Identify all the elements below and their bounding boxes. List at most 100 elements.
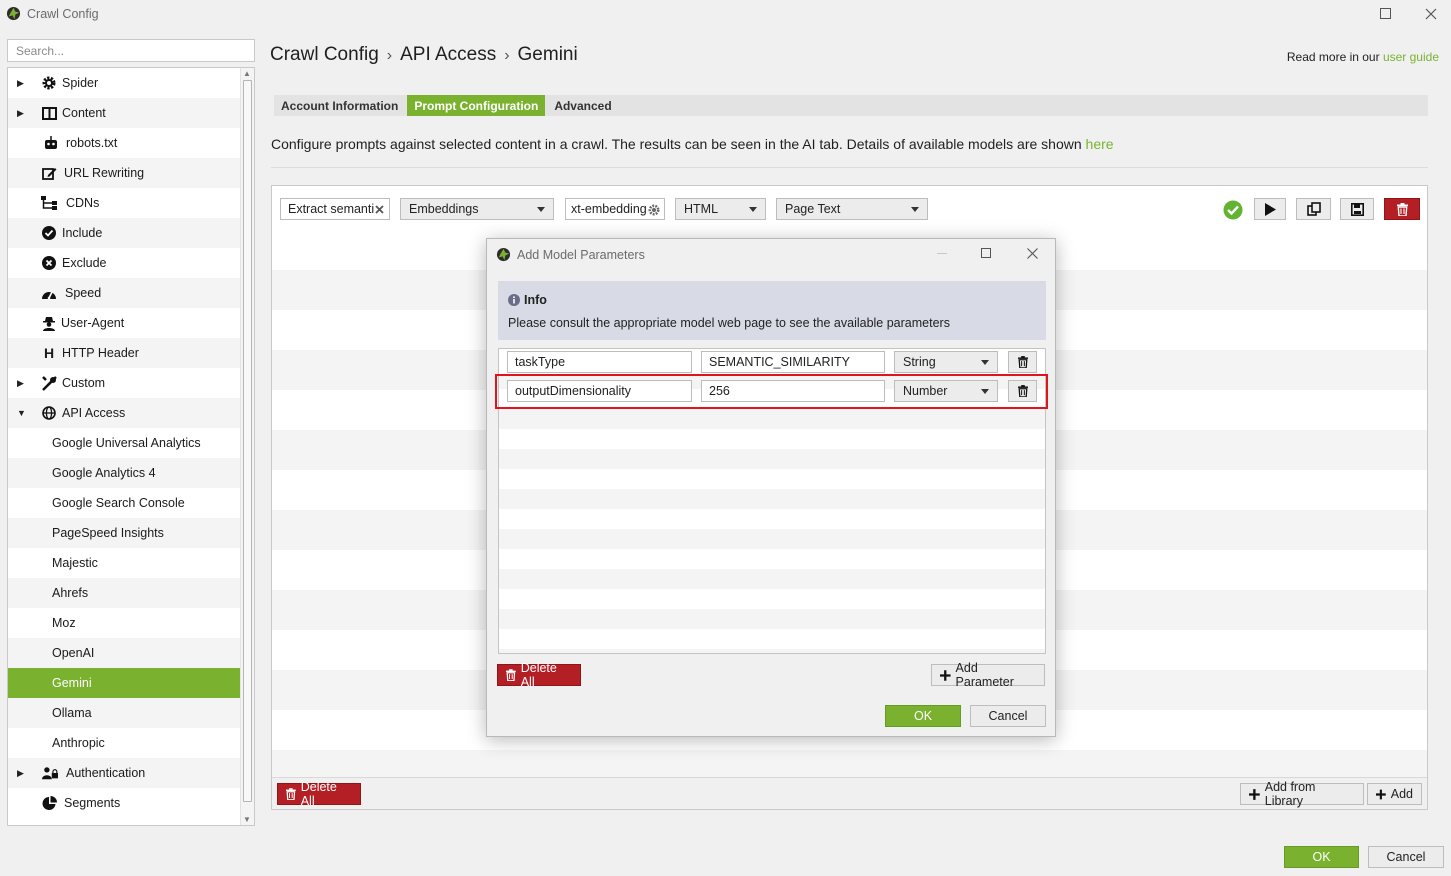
chevron-down-icon xyxy=(911,207,919,212)
speedometer-icon xyxy=(41,285,57,301)
dialog-ok-button[interactable]: OK xyxy=(885,705,961,727)
globe-icon xyxy=(41,405,57,421)
robot-icon xyxy=(43,135,59,151)
sidebar-item-label: Google Universal Analytics xyxy=(52,436,201,450)
add-from-library-button[interactable]: Add from Library xyxy=(1240,780,1364,808)
minimize-button[interactable] xyxy=(1324,4,1352,24)
sidebar-item-google-analytics-4[interactable]: Google Analytics 4 xyxy=(8,458,240,488)
sidebar-item-majestic[interactable]: Majestic xyxy=(8,548,240,578)
sidebar-item-exclude[interactable]: Exclude xyxy=(8,248,240,278)
sidebar-item-ollama[interactable]: Ollama xyxy=(8,698,240,728)
breadcrumb-gemini: Gemini xyxy=(517,44,578,65)
breadcrumb-separator-icon: › xyxy=(504,47,510,64)
sidebar-item-moz[interactable]: Moz xyxy=(8,608,240,638)
sidebar-item-openai[interactable]: OpenAI xyxy=(8,638,240,668)
trash-icon xyxy=(1396,202,1408,216)
add-from-library-label: Add from Library xyxy=(1264,780,1316,808)
sidebar-item-pagespeed-insights[interactable]: PageSpeed Insights xyxy=(8,518,240,548)
delete-all-prompts-button[interactable]: Delete All xyxy=(277,780,361,808)
sidebar-item-label: Ollama xyxy=(52,706,92,720)
breadcrumb-crawl-config: Crawl Config xyxy=(270,44,379,65)
sidebar-item-label: PageSpeed Insights xyxy=(52,526,164,540)
sidebar-item-include[interactable]: Include xyxy=(8,218,240,248)
add-prompt-button[interactable]: Add xyxy=(1367,783,1422,805)
user-guide-prefix: Read more in our xyxy=(1286,50,1380,64)
model-field[interactable]: xt-embedding xyxy=(565,198,665,220)
save-prompt-button[interactable] xyxy=(1340,198,1374,220)
models-details-link[interactable]: here xyxy=(1086,136,1114,152)
edit-icon xyxy=(41,165,57,181)
clear-icon[interactable] xyxy=(375,205,384,214)
parameter-value-field[interactable]: SEMANTIC_SIMILARITY xyxy=(701,351,885,373)
sidebar-item-google-universal-analytics[interactable]: Google Universal Analytics xyxy=(8,428,240,458)
close-window-button[interactable] xyxy=(1417,4,1445,24)
sidebar-item-robots[interactable]: robots.txt xyxy=(8,128,240,158)
sidebar-item-ahrefs[interactable]: Ahrefs xyxy=(8,578,240,608)
sidebar-item-google-search-console[interactable]: Google Search Console xyxy=(8,488,240,518)
settings-tree: ▶ Spider ▶ Content robots.txt URL Rewrit… xyxy=(7,67,255,826)
sidebar-item-custom[interactable]: ▶ Custom xyxy=(8,368,240,398)
dialog-title: Add Model Parameters xyxy=(517,248,645,262)
window-title: Crawl Config xyxy=(27,7,99,21)
sidebar-item-label: Content xyxy=(62,106,106,120)
sidebar-item-api-access[interactable]: ▼ API Access xyxy=(8,398,240,428)
dialog-cancel-button[interactable]: Cancel xyxy=(970,705,1046,727)
sidebar-item-http-header[interactable]: H HTTP Header xyxy=(8,338,240,368)
element-value: Page Text xyxy=(785,202,841,216)
user-guide-link[interactable]: user guide xyxy=(1383,50,1439,64)
sidebar-item-content[interactable]: ▶ Content xyxy=(8,98,240,128)
sidebar-scrollbar[interactable]: ▲ ▼ xyxy=(240,68,254,825)
x-circle-icon xyxy=(41,255,57,271)
settings-tree-list: ▶ Spider ▶ Content robots.txt URL Rewrit… xyxy=(8,68,240,818)
tab-account-information[interactable]: Account Information xyxy=(274,95,405,116)
cancel-button[interactable]: Cancel xyxy=(1368,846,1444,868)
delete-prompt-button[interactable] xyxy=(1384,198,1420,220)
sidebar-item-label: Authentication xyxy=(66,766,146,780)
tab-advanced[interactable]: Advanced xyxy=(547,95,618,116)
dialog-close-icon[interactable] xyxy=(1027,248,1038,259)
ok-button[interactable]: OK xyxy=(1284,846,1359,868)
scroll-up-icon[interactable]: ▲ xyxy=(242,69,252,78)
sidebar-item-segments[interactable]: Segments xyxy=(8,788,240,818)
check-circle-icon xyxy=(1223,200,1243,220)
delete-all-parameters-button[interactable]: Delete All xyxy=(497,661,581,689)
duplicate-prompt-button[interactable] xyxy=(1296,198,1331,220)
add-parameter-button[interactable]: Add Parameter xyxy=(931,661,1045,689)
content-type-select[interactable]: HTML xyxy=(675,198,766,220)
parameter-name-field[interactable]: taskType xyxy=(507,351,692,373)
sidebar-item-anthropic[interactable]: Anthropic xyxy=(8,728,240,758)
gear-icon[interactable] xyxy=(648,204,660,216)
expand-arrow-icon[interactable]: ▶ xyxy=(17,378,27,389)
maximize-button[interactable] xyxy=(1371,4,1399,24)
sidebar-item-authentication[interactable]: ▶ Authentication xyxy=(8,758,240,788)
sidebar-item-gemini[interactable]: Gemini xyxy=(8,668,240,698)
add-model-parameters-dialog: Add Model Parameters Info Please consult… xyxy=(486,238,1056,737)
expand-arrow-icon[interactable]: ▶ xyxy=(17,768,27,779)
run-prompt-button[interactable] xyxy=(1254,198,1286,220)
expand-arrow-icon[interactable]: ▶ xyxy=(17,78,27,89)
delete-parameter-button[interactable] xyxy=(1008,351,1037,373)
sidebar-item-spider[interactable]: ▶ Spider xyxy=(8,68,240,98)
collapse-arrow-icon[interactable]: ▼ xyxy=(17,408,27,418)
sidebar-item-speed[interactable]: Speed xyxy=(8,278,240,308)
prompt-type-select[interactable]: Embeddings xyxy=(400,198,554,220)
model-value: xt-embedding xyxy=(571,202,647,216)
sidebar-item-url-rewriting[interactable]: URL Rewriting xyxy=(8,158,240,188)
prompt-name-field[interactable]: Extract semanti xyxy=(280,198,390,220)
sidebar-item-cdns[interactable]: CDNs xyxy=(8,188,240,218)
tab-prompt-configuration[interactable]: Prompt Configuration xyxy=(407,95,546,116)
sidebar-scrollbar-thumb[interactable] xyxy=(243,80,252,802)
plus-icon xyxy=(940,669,951,681)
scroll-down-icon[interactable]: ▼ xyxy=(242,815,252,824)
expand-arrow-icon[interactable]: ▶ xyxy=(17,108,27,119)
sidebar-item-user-agent[interactable]: User-Agent xyxy=(8,308,240,338)
user-lock-icon xyxy=(42,765,58,781)
search-input[interactable] xyxy=(7,39,255,62)
info-title-text: Info xyxy=(524,293,547,307)
sidebar-item-label: Speed xyxy=(65,286,102,300)
content-type-value: HTML xyxy=(684,202,719,216)
chevron-down-icon xyxy=(981,360,989,365)
parameter-type-select[interactable]: String xyxy=(894,351,998,373)
element-select[interactable]: Page Text xyxy=(776,198,928,220)
dialog-maximize-icon[interactable] xyxy=(981,248,991,258)
